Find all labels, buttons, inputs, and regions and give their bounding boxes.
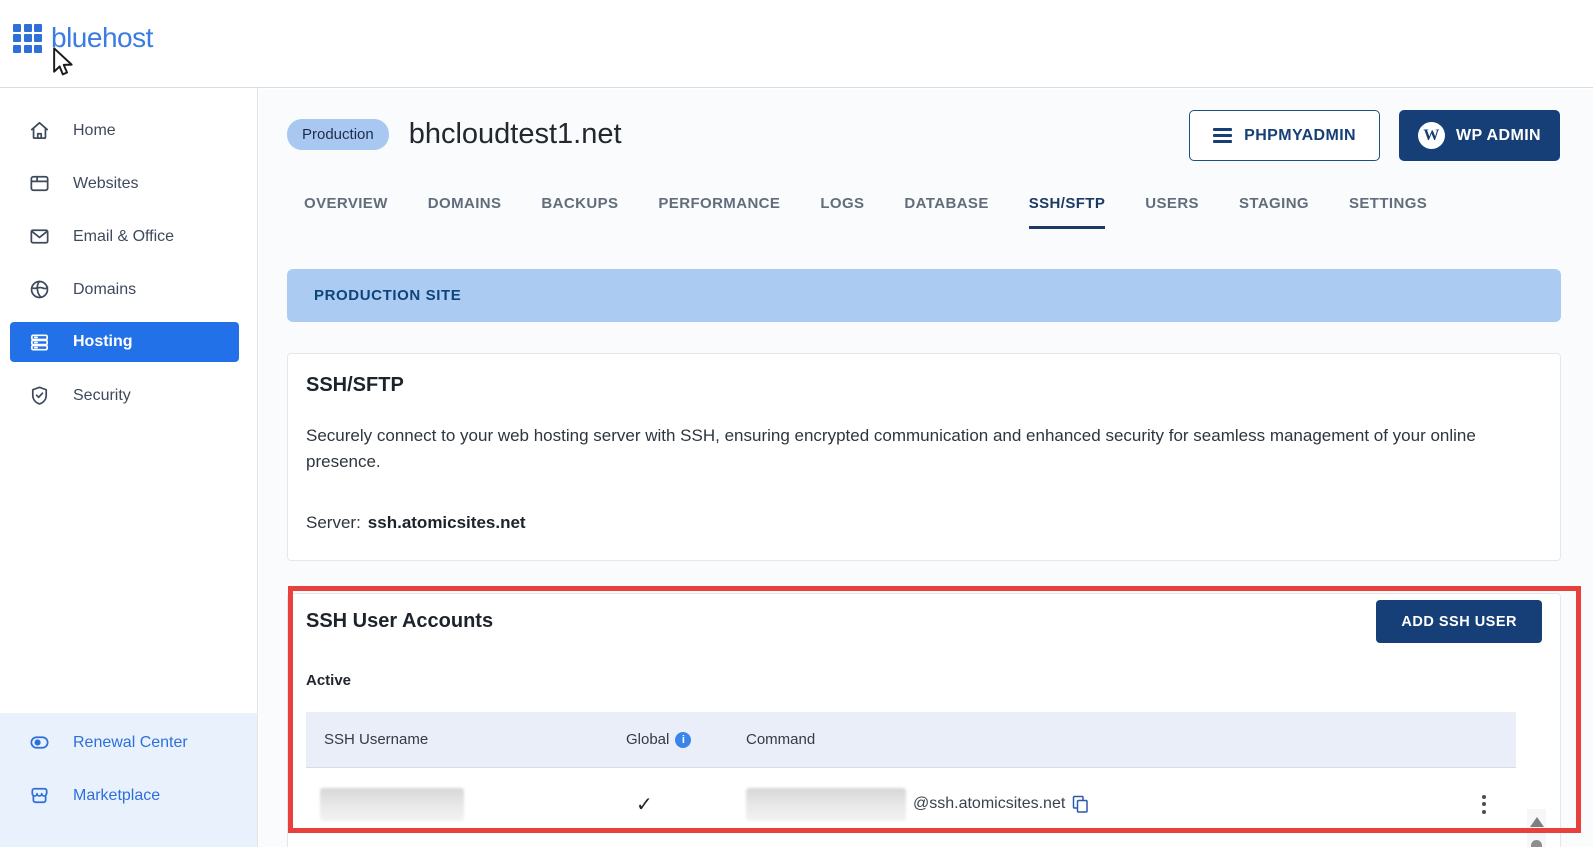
- hosting-icon: [28, 331, 51, 354]
- site-tabs: OVERVIEW DOMAINS BACKUPS PERFORMANCE LOG…: [304, 195, 1427, 229]
- home-icon: [28, 119, 51, 142]
- column-header-command: Command: [746, 731, 1452, 748]
- global-checkmark-icon: ✓: [626, 792, 746, 817]
- ssh-sftp-card-title: SSH/SFTP: [306, 374, 1542, 397]
- database-list-icon: [1213, 128, 1232, 144]
- redacted-command-prefix: [746, 788, 906, 821]
- wp-admin-button[interactable]: W WP ADMIN: [1399, 110, 1560, 161]
- tab-domains[interactable]: DOMAINS: [428, 195, 502, 229]
- table-header-row: SSH Username Global i Command: [306, 712, 1516, 767]
- sidebar-item-security[interactable]: Security: [0, 369, 257, 422]
- scrollbar-thumb[interactable]: [1531, 840, 1542, 847]
- phpmyadmin-button-label: PHPMYADMIN: [1244, 127, 1356, 145]
- server-line: Server: ssh.atomicsites.net: [306, 513, 1542, 533]
- environment-badge: Production: [287, 119, 389, 150]
- tab-ssh-sftp[interactable]: SSH/SFTP: [1029, 195, 1106, 229]
- sidebar-item-renewal-center[interactable]: Renewal Center: [0, 716, 257, 769]
- sidebar-item-label: Email & Office: [73, 228, 174, 246]
- tab-performance[interactable]: PERFORMANCE: [658, 195, 780, 229]
- wordpress-icon: W: [1418, 122, 1445, 149]
- sidebar-item-label: Domains: [73, 281, 136, 299]
- globe-icon: [28, 278, 51, 301]
- sidebar-item-label: Home: [73, 122, 116, 140]
- sidebar-item-label: Websites: [73, 175, 139, 193]
- active-group-label: Active: [306, 672, 1542, 689]
- sidebar-item-hosting[interactable]: Hosting: [10, 322, 239, 362]
- sidebar-item-label: Hosting: [73, 333, 133, 351]
- production-site-banner: PRODUCTION SITE: [287, 269, 1561, 322]
- bluehost-logo[interactable]: bluehost: [13, 22, 153, 54]
- add-ssh-user-button[interactable]: ADD SSH USER: [1376, 600, 1542, 643]
- bluehost-hosting-page: bluehost Home Websites Email & Office Do…: [0, 0, 1593, 847]
- info-icon[interactable]: i: [675, 732, 691, 748]
- site-title-row: Production bhcloudtest1.net: [287, 118, 622, 151]
- scrollbar-up-arrow-icon[interactable]: [1530, 817, 1544, 827]
- ssh-user-accounts-title: SSH User Accounts: [306, 610, 493, 633]
- ssh-sftp-card: SSH/SFTP Securely connect to your web ho…: [287, 353, 1561, 561]
- bluehost-logo-icon: [13, 24, 42, 53]
- server-host: ssh.atomicsites.net: [368, 513, 526, 532]
- tab-settings[interactable]: SETTINGS: [1349, 195, 1427, 229]
- websites-icon: [28, 172, 51, 195]
- ssh-users-table-zone: SSH Username Global i Command ✓: [306, 712, 1542, 840]
- copy-icon[interactable]: [1072, 795, 1089, 814]
- redacted-ssh-username: [320, 788, 464, 821]
- production-site-banner-label: PRODUCTION SITE: [314, 287, 461, 304]
- main-content: Production bhcloudtest1.net PHPMYADMIN W…: [259, 89, 1593, 847]
- renewal-center-icon: [28, 731, 51, 754]
- command-host: @ssh.atomicsites.net: [913, 795, 1065, 813]
- ssh-users-table: SSH Username Global i Command ✓: [306, 712, 1516, 840]
- header-actions: PHPMYADMIN W WP ADMIN: [1189, 110, 1560, 161]
- column-header-global: Global i: [626, 731, 746, 748]
- tab-logs[interactable]: LOGS: [820, 195, 864, 229]
- sidebar-item-home[interactable]: Home: [0, 104, 257, 157]
- sidebar-item-websites[interactable]: Websites: [0, 157, 257, 210]
- sidebar-item-label: Security: [73, 387, 131, 405]
- ssh-user-accounts-card: SSH User Accounts ADD SSH USER Active SS…: [287, 593, 1561, 847]
- table-row: ✓ @ssh.atomicsites.net: [306, 767, 1516, 840]
- column-header-ssh-username: SSH Username: [306, 731, 626, 748]
- sidebar: Home Websites Email & Office Domains Hos…: [0, 88, 258, 847]
- tab-overview[interactable]: OVERVIEW: [304, 195, 388, 229]
- sidebar-item-label: Renewal Center: [73, 734, 188, 752]
- table-scrollbar[interactable]: [1527, 809, 1546, 847]
- row-actions-menu-icon[interactable]: [1482, 795, 1486, 814]
- top-header: bluehost: [0, 0, 1593, 88]
- envelope-icon: [28, 225, 51, 248]
- tab-staging[interactable]: STAGING: [1239, 195, 1309, 229]
- tab-users[interactable]: USERS: [1145, 195, 1199, 229]
- sidebar-item-label: Marketplace: [73, 787, 160, 805]
- sidebar-item-marketplace[interactable]: Marketplace: [0, 769, 257, 822]
- mouse-cursor-icon: [47, 46, 75, 78]
- server-label: Server:: [306, 513, 361, 532]
- tab-database[interactable]: DATABASE: [904, 195, 988, 229]
- phpmyadmin-button[interactable]: PHPMYADMIN: [1189, 110, 1380, 161]
- sidebar-footer: Renewal Center Marketplace: [0, 713, 257, 847]
- ssh-sftp-description: Securely connect to your web hosting ser…: [306, 423, 1531, 476]
- page-title: bhcloudtest1.net: [409, 118, 622, 151]
- storefront-icon: [28, 784, 51, 807]
- command-cell: @ssh.atomicsites.net: [746, 788, 1452, 821]
- tab-backups[interactable]: BACKUPS: [541, 195, 618, 229]
- sidebar-item-domains[interactable]: Domains: [0, 263, 257, 316]
- global-header-label: Global: [626, 731, 669, 748]
- shield-check-icon: [28, 384, 51, 407]
- wp-admin-button-label: WP ADMIN: [1456, 127, 1541, 145]
- sidebar-item-email-office[interactable]: Email & Office: [0, 210, 257, 263]
